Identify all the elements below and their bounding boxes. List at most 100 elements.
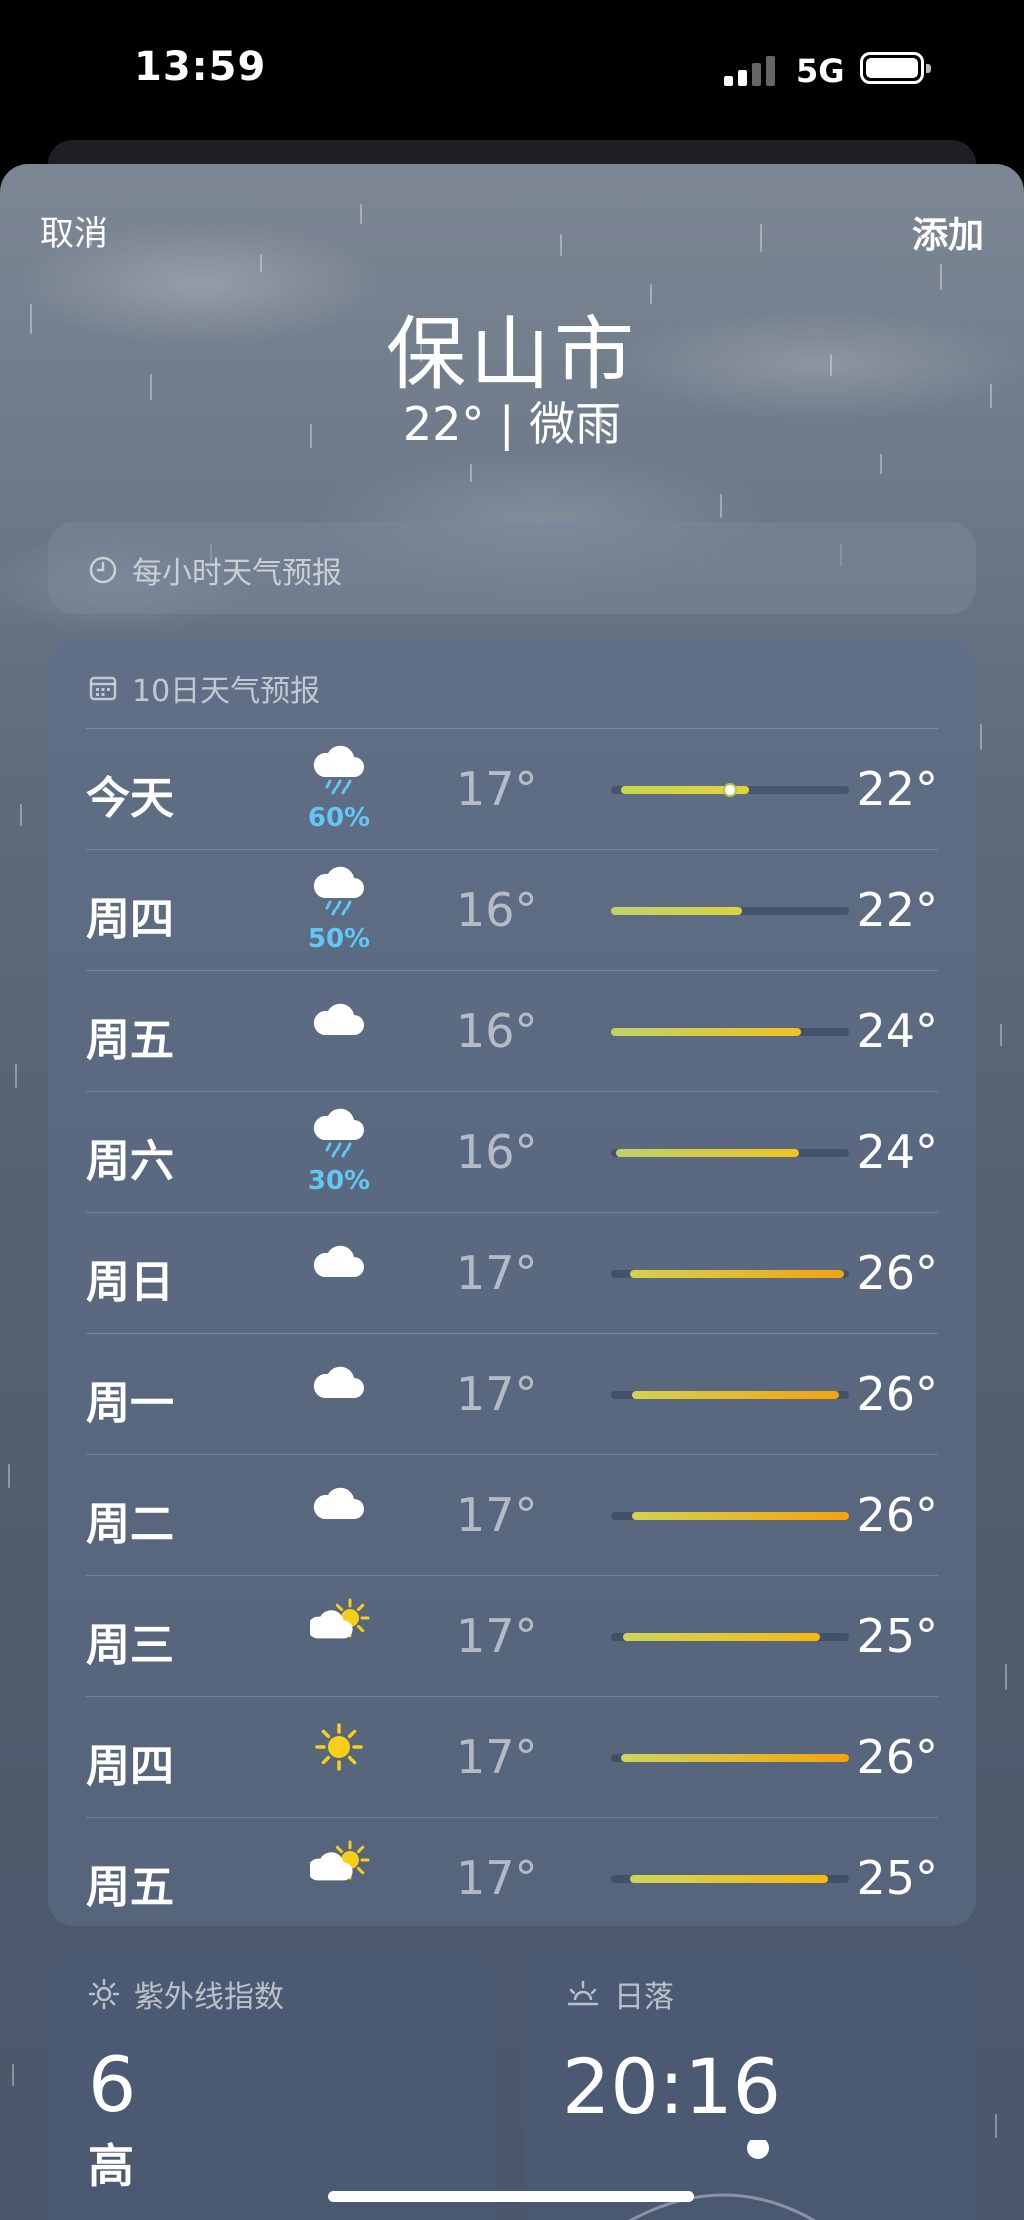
status-bar: 13:59 5G bbox=[0, 0, 1024, 140]
temperature-range-bar bbox=[611, 1391, 849, 1399]
forecast-high: 26° bbox=[856, 1246, 938, 1300]
current-conditions: 22° | 微雨 bbox=[402, 397, 622, 451]
temperature-range-fill bbox=[632, 1391, 840, 1399]
sunset-label: 日落 bbox=[614, 1980, 674, 2015]
forecast-high: 25° bbox=[856, 1851, 938, 1905]
rain-streak bbox=[980, 724, 982, 750]
temperature-range-fill bbox=[630, 1875, 828, 1883]
weather-preview-sheet: 取消 添加 保山市 22° | 微雨 每小时天气预报 10日天气预报 今天 60… bbox=[0, 164, 1024, 2220]
forecast-row: 周二 17° 26° bbox=[86, 1454, 938, 1575]
rain-streak bbox=[20, 804, 22, 826]
forecast-day: 周四 bbox=[86, 1741, 174, 1792]
sun-position-marker bbox=[747, 2140, 769, 2159]
forecast-row: 周四 17° 26° bbox=[86, 1696, 938, 1817]
rain-streak bbox=[940, 264, 942, 290]
rain-streak bbox=[12, 2064, 14, 2086]
uv-index-value: 6 bbox=[88, 2040, 137, 2129]
temperature-range-fill bbox=[615, 1149, 799, 1157]
rain-streak bbox=[1005, 1664, 1007, 1690]
forecast-high: 24° bbox=[856, 1004, 938, 1058]
forecast-weather bbox=[294, 971, 384, 1091]
temperature-range-bar bbox=[611, 1149, 849, 1157]
forecast-day: 周日 bbox=[86, 1257, 174, 1308]
forecast-weather: 30% bbox=[294, 1092, 384, 1212]
forecast-row: 周六 30% 16° 24° bbox=[86, 1091, 938, 1212]
precipitation-chance: 30% bbox=[307, 1166, 371, 1196]
forecast-weather: 50% bbox=[294, 850, 384, 970]
rain-streak bbox=[260, 254, 262, 272]
temperature-range-fill bbox=[622, 1633, 821, 1641]
rain-streak bbox=[760, 224, 762, 252]
sun-small-icon bbox=[88, 1978, 120, 2010]
forecast-low: 17° bbox=[456, 1367, 538, 1421]
precipitation-chance: 60% bbox=[307, 803, 371, 833]
forecast-weather bbox=[294, 1576, 384, 1696]
temperature-range-fill bbox=[632, 1512, 849, 1520]
forecast-row: 周四 50% 16° 22° bbox=[86, 849, 938, 970]
uv-index-level: 高 bbox=[88, 2139, 134, 2193]
rain-streak bbox=[1000, 1024, 1002, 1046]
temperature-range-bar bbox=[611, 1512, 849, 1520]
cancel-button[interactable]: 取消 bbox=[40, 206, 108, 255]
precipitation-chance: 50% bbox=[307, 924, 371, 954]
temperature-range-fill bbox=[611, 907, 742, 915]
hourly-forecast-title: 每小时天气预报 bbox=[88, 548, 342, 592]
rain-streak bbox=[560, 234, 562, 256]
current-temperature-marker bbox=[723, 783, 737, 797]
rain-streak bbox=[880, 454, 882, 474]
forecast-day: 今天 bbox=[86, 773, 174, 824]
forecast-day: 周四 bbox=[86, 894, 174, 945]
forecast-weather bbox=[294, 1213, 384, 1333]
rain-streak bbox=[8, 1464, 10, 1488]
forecast-day: 周二 bbox=[86, 1499, 174, 1550]
forecast-high: 26° bbox=[856, 1730, 938, 1784]
forecast-weather bbox=[294, 1455, 384, 1575]
temperature-range-bar bbox=[611, 1754, 849, 1762]
forecast-low: 17° bbox=[456, 1851, 538, 1905]
forecast-high: 22° bbox=[856, 883, 938, 937]
sunset-time: 20:16 bbox=[562, 2042, 782, 2131]
forecast-high: 22° bbox=[856, 762, 938, 816]
forecast-row: 周五 16° 24° bbox=[86, 970, 938, 1091]
forecast-day: 周一 bbox=[86, 1378, 174, 1429]
forecast-row: 今天 60% 17° 22° bbox=[86, 728, 938, 849]
forecast-row: 周一 17° 26° bbox=[86, 1333, 938, 1454]
uv-index-title: 紫外线指数 bbox=[88, 1972, 284, 2016]
forecast-low: 17° bbox=[456, 1730, 538, 1784]
battery-icon bbox=[860, 52, 931, 84]
forecast-row: 周三 17° 25° bbox=[86, 1575, 938, 1696]
network-type: 5G bbox=[796, 52, 845, 90]
ten-day-forecast-card: 10日天气预报 今天 60% 17° 22° 周四 50% 16° 22° 周五 bbox=[48, 638, 976, 1926]
forecast-rows: 今天 60% 17° 22° 周四 50% 16° 22° 周五 16° 24°… bbox=[86, 728, 938, 1938]
home-indicator[interactable] bbox=[328, 2191, 694, 2202]
ten-day-forecast-title: 10日天气预报 bbox=[88, 666, 320, 710]
status-time: 13:59 bbox=[134, 44, 267, 90]
temperature-range-bar bbox=[611, 907, 849, 915]
forecast-weather bbox=[294, 1334, 384, 1454]
forecast-low: 16° bbox=[456, 883, 538, 937]
hourly-forecast-card[interactable]: 每小时天气预报 bbox=[48, 522, 976, 614]
forecast-low: 16° bbox=[456, 1004, 538, 1058]
calendar-icon bbox=[89, 676, 117, 701]
sunset-card: 日落 20:16 bbox=[526, 1950, 976, 2220]
temperature-range-fill bbox=[620, 1754, 849, 1762]
forecast-high: 25° bbox=[856, 1609, 938, 1663]
add-button[interactable]: 添加 bbox=[912, 206, 984, 258]
forecast-high: 26° bbox=[856, 1488, 938, 1542]
forecast-day: 周五 bbox=[86, 1862, 174, 1913]
sun-path-curve bbox=[628, 2140, 817, 2220]
forecast-weather bbox=[294, 1818, 384, 1938]
forecast-day: 周六 bbox=[86, 1136, 174, 1187]
temperature-range-bar bbox=[611, 1028, 849, 1036]
forecast-low: 17° bbox=[456, 1609, 538, 1663]
forecast-low: 16° bbox=[456, 1125, 538, 1179]
forecast-weather: 60% bbox=[294, 729, 384, 849]
ten-day-forecast-label: 10日天气预报 bbox=[132, 674, 321, 709]
forecast-day: 周三 bbox=[86, 1620, 174, 1671]
sunset-icon bbox=[567, 1980, 599, 2006]
forecast-row: 周日 17° 26° bbox=[86, 1212, 938, 1333]
temperature-range-fill bbox=[611, 1028, 802, 1036]
rain-streak bbox=[15, 1064, 17, 1088]
forecast-low: 17° bbox=[456, 1246, 538, 1300]
sunset-title: 日落 bbox=[566, 1972, 674, 2016]
